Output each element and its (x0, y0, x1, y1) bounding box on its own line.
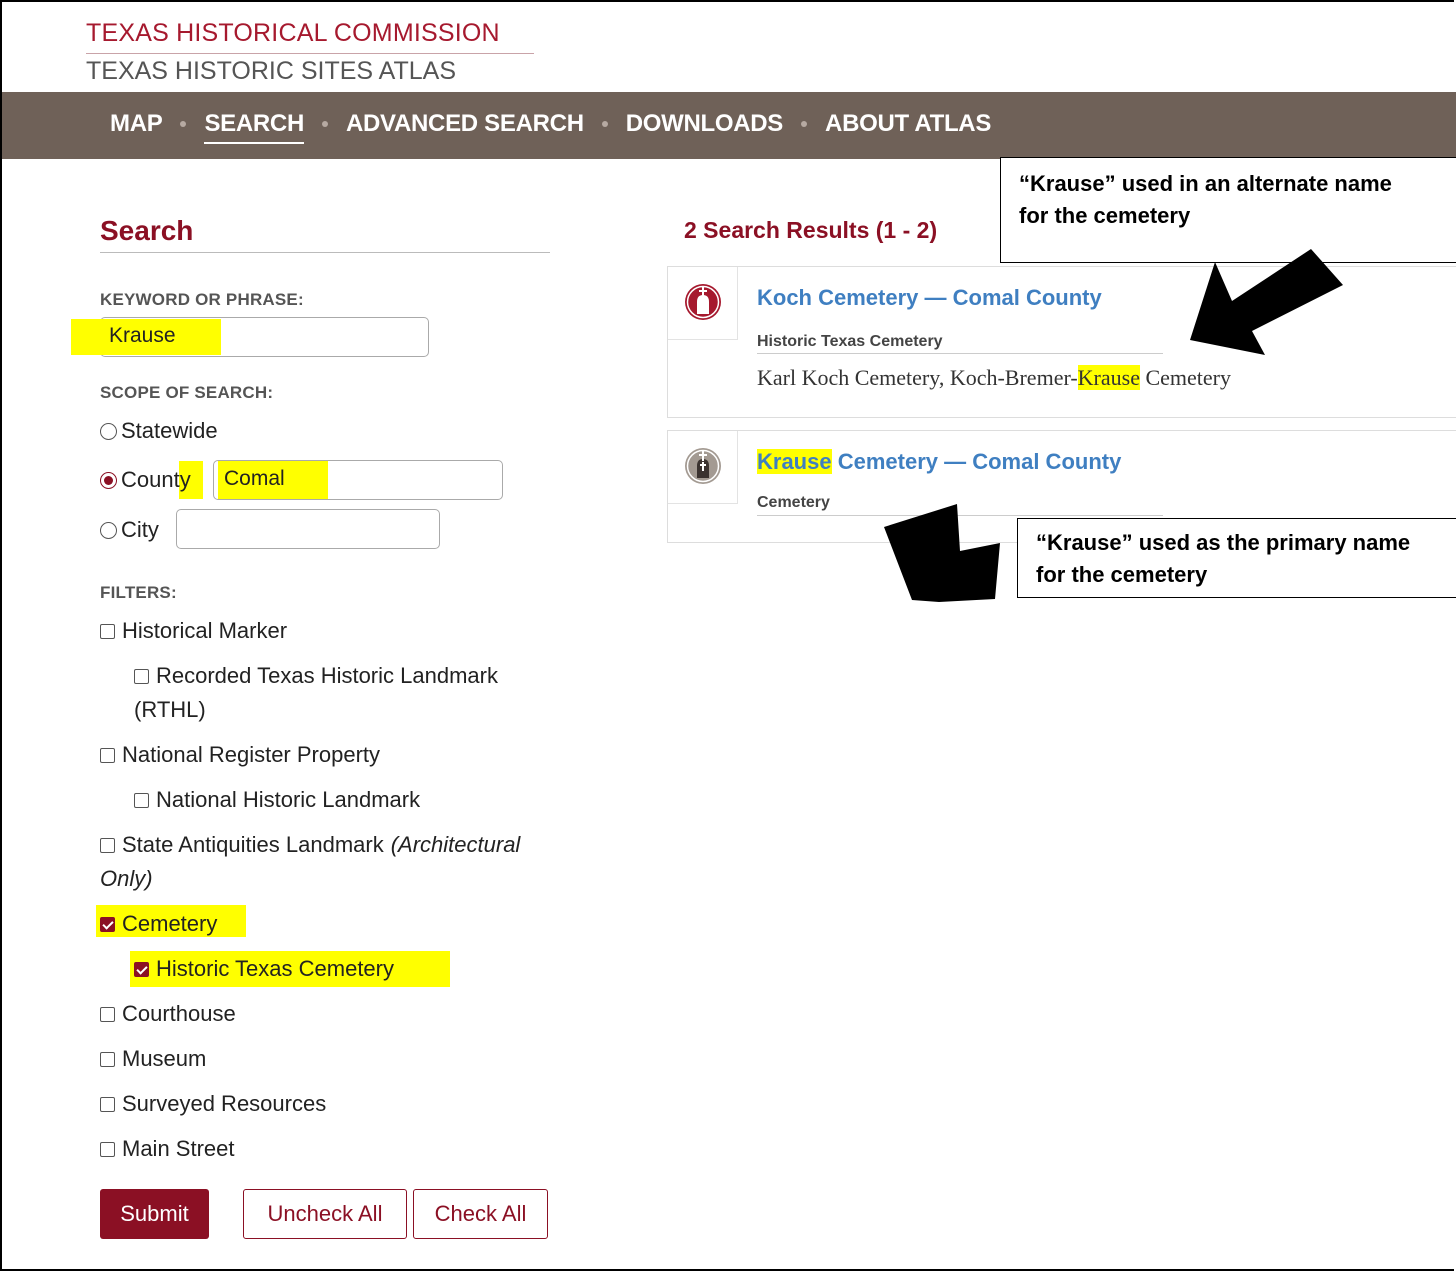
annotation-arrows (884, 249, 1343, 602)
arrow-to-alternate-name (1190, 249, 1343, 355)
arrow-to-primary-name (884, 504, 1000, 602)
